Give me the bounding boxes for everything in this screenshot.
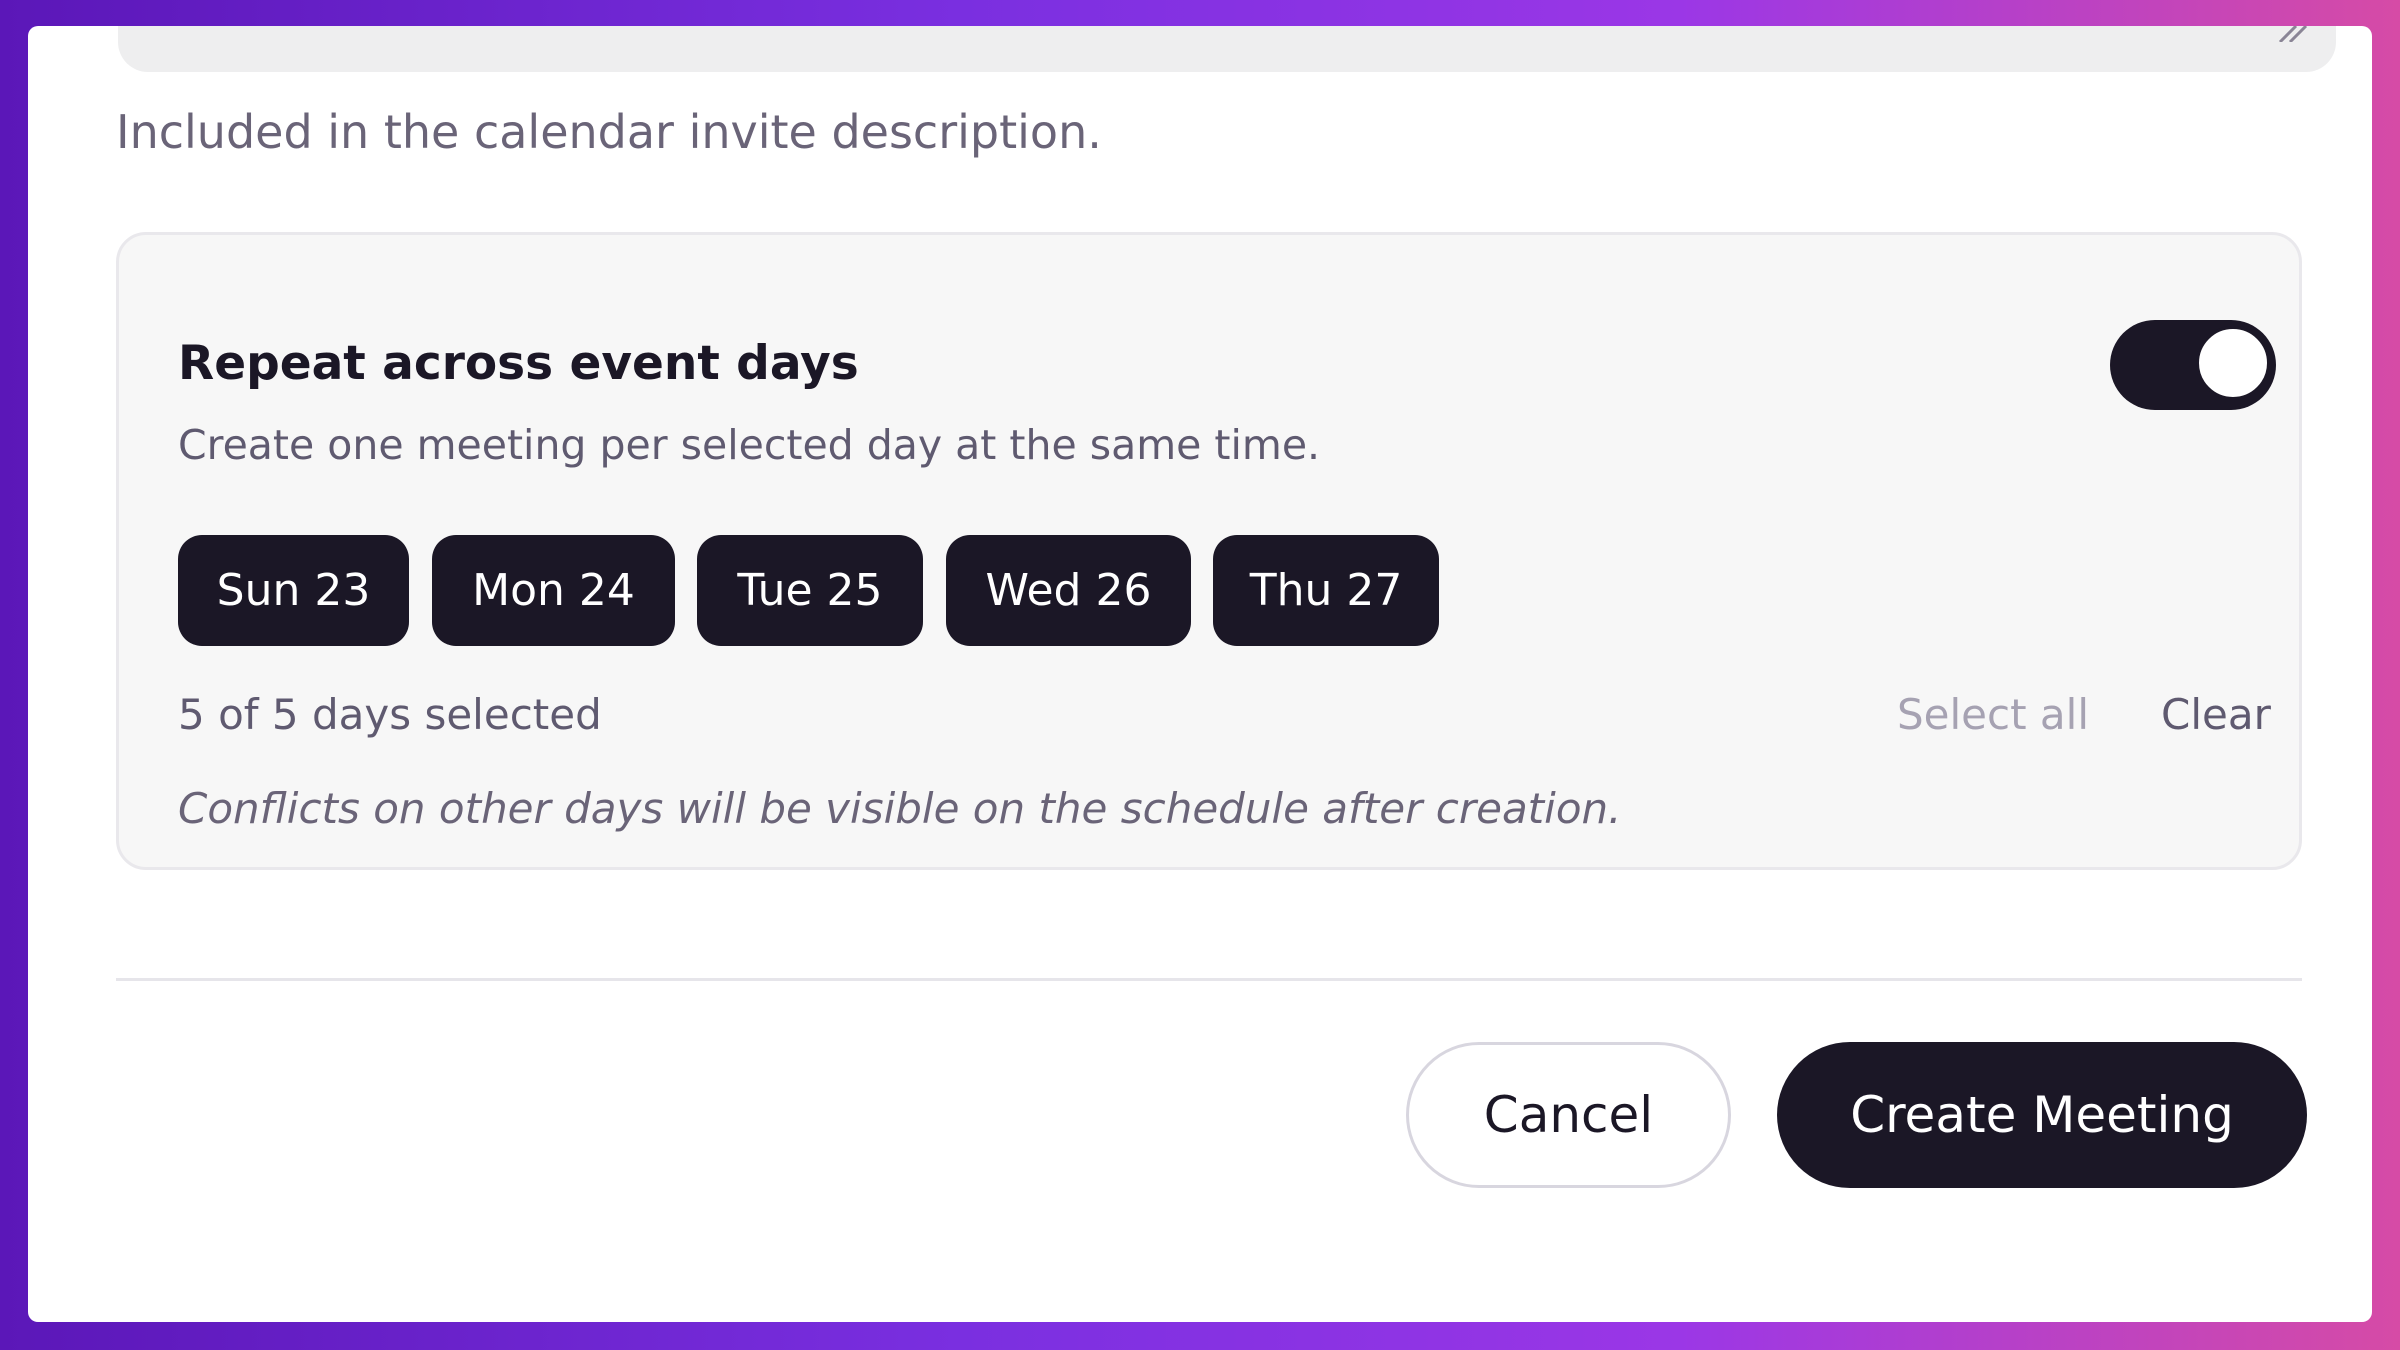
day-chip-mon-24[interactable]: Mon 24: [432, 535, 675, 646]
repeat-title: Repeat across event days: [178, 336, 859, 391]
day-chip-wed-26[interactable]: Wed 26: [946, 535, 1191, 646]
create-meeting-dialog: Included in the calendar invite descript…: [28, 26, 2372, 1322]
toggle-knob: [2196, 326, 2270, 400]
repeat-toggle[interactable]: [2110, 320, 2276, 410]
day-chip-sun-23[interactable]: Sun 23: [178, 535, 409, 646]
clear-link[interactable]: Clear: [2161, 687, 2271, 743]
conflict-note: Conflicts on other days will be visible …: [178, 784, 1622, 833]
cancel-button[interactable]: Cancel: [1406, 1042, 1731, 1188]
day-chip-thu-27[interactable]: Thu 27: [1213, 535, 1439, 646]
select-all-link[interactable]: Select all: [1897, 687, 2089, 743]
footer-divider: [116, 978, 2302, 981]
day-chip-tue-25[interactable]: Tue 25: [697, 535, 923, 646]
create-meeting-button[interactable]: Create Meeting: [1777, 1042, 2307, 1188]
repeat-days-card: Repeat across event days Create one meet…: [116, 232, 2302, 870]
description-helper-text: Included in the calendar invite descript…: [116, 105, 1102, 159]
repeat-subtitle: Create one meeting per selected day at t…: [178, 421, 1321, 469]
description-textarea[interactable]: [118, 26, 2336, 72]
resize-handle-icon[interactable]: [2268, 26, 2308, 42]
selection-count: 5 of 5 days selected: [178, 690, 602, 739]
